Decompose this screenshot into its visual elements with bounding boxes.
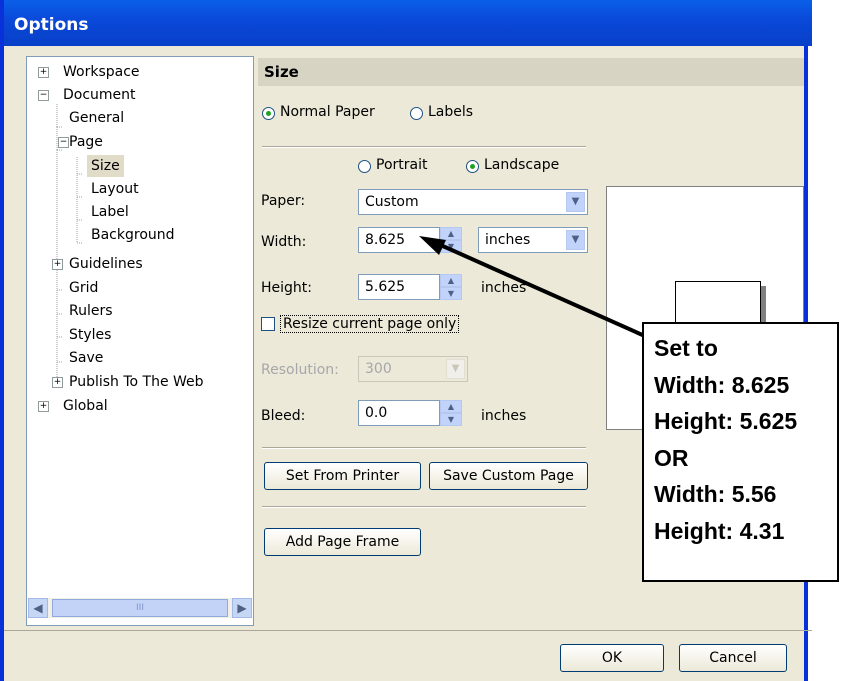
resolution-label: Resolution: [261,362,339,378]
tree-item-grid[interactable]: Grid [69,277,98,299]
callout-line: Height: 4.31 [654,517,785,544]
labels-label[interactable]: Labels [428,104,473,120]
add-page-frame-button[interactable]: Add Page Frame [264,528,421,556]
collapse-page-icon[interactable]: − [58,137,69,148]
resize-current-page-label[interactable]: Resize current page only [280,315,460,333]
height-spin-down-icon[interactable]: ▼ [440,287,462,300]
bleed-spinner[interactable]: ▲ ▼ [440,400,462,426]
expand-guidelines-icon[interactable]: + [52,259,63,270]
bleed-spin-down-icon[interactable]: ▼ [440,413,462,426]
callout-line: Width: 8.625 [654,371,790,398]
tree-item-layout[interactable]: Layout [91,178,139,200]
landscape-radio[interactable] [466,160,479,173]
width-spin-up-icon[interactable]: ▲ [440,227,462,240]
paper-select[interactable]: Custom ▼ [358,189,588,215]
tree-item-size[interactable]: Size [87,155,124,177]
annotation-callout: Set to Width: 8.625 Height: 5.625 OR Wid… [642,322,839,582]
expand-workspace-icon[interactable]: + [38,67,49,78]
separator [262,506,586,508]
portrait-label[interactable]: Portrait [376,157,427,173]
cancel-button[interactable]: Cancel [679,644,787,672]
width-input[interactable]: 8.625 [358,227,440,253]
landscape-label[interactable]: Landscape [484,157,559,173]
resize-current-page-checkbox[interactable] [261,317,275,331]
width-spinner[interactable]: ▲ ▼ [440,227,462,253]
portrait-radio[interactable] [358,160,371,173]
height-spin-up-icon[interactable]: ▲ [440,274,462,287]
bleed-label: Bleed: [261,408,306,424]
save-custom-page-button[interactable]: Save Custom Page [429,462,588,490]
collapse-document-icon[interactable]: − [38,90,49,101]
dialog-title: Options [4,0,812,46]
width-label: Width: [261,234,307,250]
resolution-dropdown-arrow-icon[interactable]: ▼ [446,359,465,379]
tree-item-styles[interactable]: Styles [69,324,111,346]
resolution-value: 300 [365,361,392,377]
tree-item-guidelines[interactable]: Guidelines [69,253,143,275]
separator [262,146,586,148]
scroll-right-arrow-icon[interactable]: ▶ [232,598,252,618]
units-value: inches [485,232,531,248]
height-label: Height: [261,280,312,296]
tree-item-general[interactable]: General [69,107,124,129]
labels-radio[interactable] [410,107,423,120]
scroll-left-arrow-icon[interactable]: ◀ [28,598,48,618]
tree-horizontal-scrollbar[interactable]: ◀ III ▶ [28,598,252,618]
units-select[interactable]: inches ▼ [478,227,588,253]
height-unit-label: inches [481,280,527,296]
width-spin-down-icon[interactable]: ▼ [440,240,462,253]
tree-item-global[interactable]: Global [63,395,108,417]
bleed-spin-up-icon[interactable]: ▲ [440,400,462,413]
paper-value: Custom [365,194,419,210]
callout-line: OR [654,444,689,471]
callout-line: Width: 5.56 [654,481,777,507]
footer-separator [4,630,812,631]
tree-item-save[interactable]: Save [69,347,103,369]
normal-paper-label[interactable]: Normal Paper [280,104,375,120]
tree-item-page[interactable]: Page [69,131,103,153]
bleed-unit-label: inches [481,408,527,424]
normal-paper-radio[interactable] [262,107,275,120]
height-spinner[interactable]: ▲ ▼ [440,274,462,300]
options-tree[interactable]: + Workspace − Document General − Page Si… [26,56,254,626]
paper-label: Paper: [261,193,306,209]
callout-line: Set to [654,335,718,361]
height-input[interactable]: 5.625 [358,274,440,300]
paper-dropdown-arrow-icon[interactable]: ▼ [566,192,585,212]
tree-item-document[interactable]: Document [63,84,136,106]
callout-line: Height: 5.625 [654,408,798,434]
ok-button[interactable]: OK [560,644,664,672]
set-from-printer-button[interactable]: Set From Printer [264,462,421,490]
scroll-thumb[interactable]: III [52,599,228,617]
separator [262,447,586,449]
bleed-input[interactable]: 0.0 [358,400,440,426]
expand-publish-icon[interactable]: + [52,377,63,388]
tree-item-background[interactable]: Background [91,224,175,246]
tree-item-publish-to-the-web[interactable]: Publish To The Web [69,371,204,393]
tree-item-workspace[interactable]: Workspace [63,61,140,83]
panel-header: Size [258,58,804,86]
resolution-select[interactable]: 300 ▼ [358,356,468,382]
tree-item-label[interactable]: Label [91,201,129,223]
units-dropdown-arrow-icon[interactable]: ▼ [566,230,585,250]
tree-item-rulers[interactable]: Rulers [69,300,113,322]
expand-global-icon[interactable]: + [38,401,49,412]
